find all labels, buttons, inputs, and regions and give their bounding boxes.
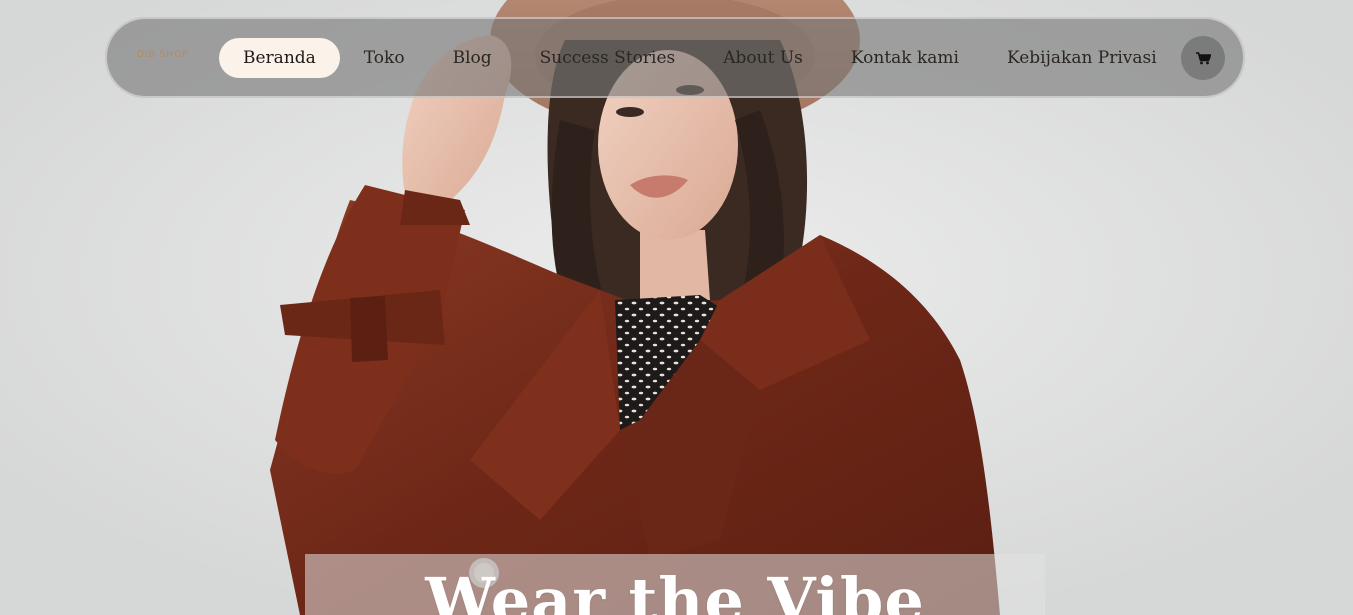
nav-item-toko[interactable]: Toko xyxy=(340,38,429,78)
shopping-cart-icon xyxy=(1195,51,1211,64)
nav-item-blog[interactable]: Blog xyxy=(429,38,516,78)
headline-panel: Wear the Vibe xyxy=(305,554,1045,615)
nav-item-kebijakan-privasi[interactable]: Kebijakan Privasi xyxy=(983,38,1181,78)
nav-item-beranda[interactable]: Beranda xyxy=(219,38,340,78)
site-logo[interactable]: DIB SHOP xyxy=(137,50,189,60)
nav-links: Beranda Toko Blog Success Stories About … xyxy=(219,38,1181,78)
hero-headline: Wear the Vibe xyxy=(425,564,925,615)
cart-button[interactable] xyxy=(1181,36,1225,80)
nav-item-about-us[interactable]: About Us xyxy=(699,38,827,78)
nav-item-success-stories[interactable]: Success Stories xyxy=(516,38,700,78)
main-nav: DIB SHOP Beranda Toko Blog Success Stori… xyxy=(105,17,1245,98)
nav-item-kontak-kami[interactable]: Kontak kami xyxy=(827,38,983,78)
hero-section: DIB SHOP Beranda Toko Blog Success Stori… xyxy=(0,0,1353,615)
